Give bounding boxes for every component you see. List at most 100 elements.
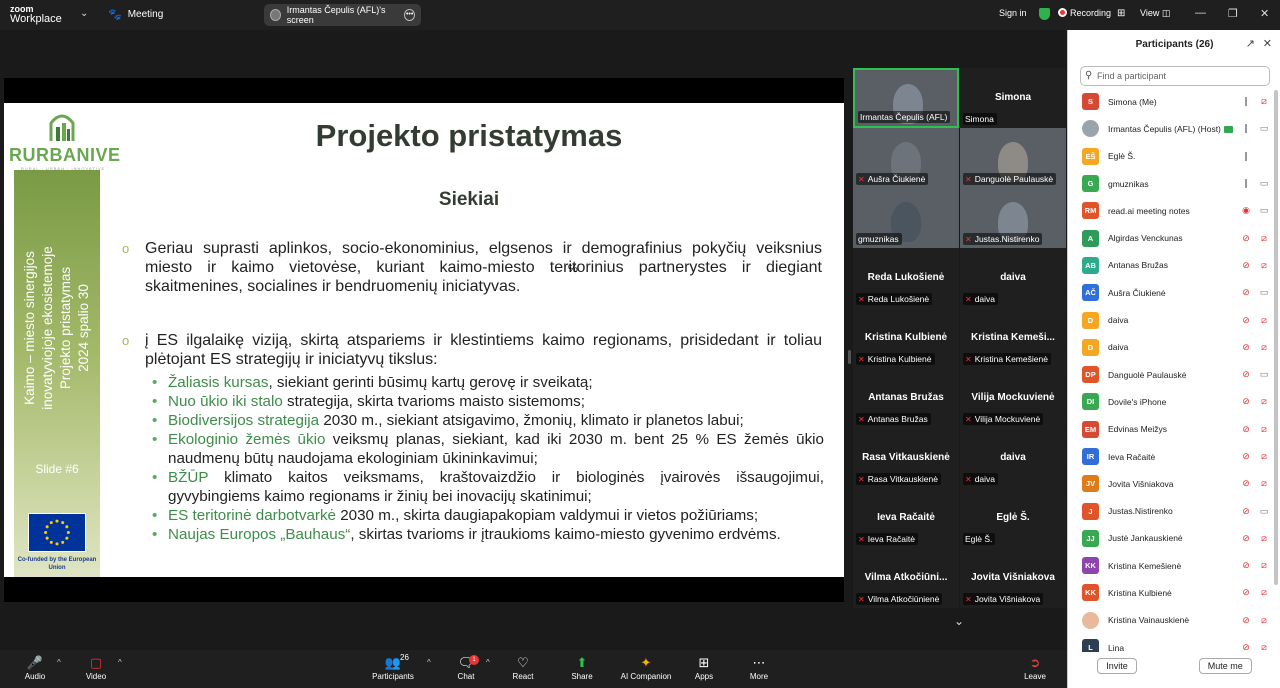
more-button[interactable]: ⋯ More [729, 654, 789, 681]
restore-icon[interactable]: ❐ [1228, 7, 1238, 20]
participant-row[interactable]: J Justas.Nistirenko ⊘ ▭ [1068, 497, 1273, 524]
participant-row[interactable]: Kristina Vainauskienė ⊘ ⧄ [1068, 607, 1273, 634]
close-window-icon[interactable]: ✕ [1260, 7, 1269, 20]
ai-companion-button[interactable]: ✦ AI Companion [616, 654, 676, 681]
leave-button[interactable]: ➲ Leave [1005, 654, 1065, 681]
camera-off-icon[interactable]: ⧄ [1255, 560, 1273, 571]
brand-chevron-down-icon[interactable]: ⌄ [80, 8, 88, 19]
mic-muted-icon[interactable]: ⊘ [1237, 587, 1255, 598]
video-tile[interactable]: ✕ Justas.Nistirenko [960, 188, 1066, 248]
mic-muted-icon[interactable]: ⊘ [1237, 615, 1255, 626]
gallery-scroll-down-icon[interactable]: ⌄ [954, 614, 964, 628]
view-menu[interactable]: View ◫ [1140, 8, 1170, 19]
chat-options-caret-icon[interactable]: ^ [486, 658, 490, 667]
video-tile[interactable]: Rasa Vitkauskienė ✕ Rasa Vitkauskienė [853, 428, 959, 488]
mic-muted-icon[interactable]: ⊘ [1237, 287, 1255, 298]
camera-off-icon[interactable]: ⧄ [1255, 642, 1273, 652]
camera-off-icon[interactable]: ⧄ [1255, 587, 1273, 598]
participant-row[interactable]: JJ Justė Jankauskienė ⊘ ⧄ [1068, 525, 1273, 552]
mic-muted-icon[interactable]: ⊘ [1237, 369, 1255, 380]
participant-row[interactable]: IR Ieva Račaitė ⊘ ⧄ [1068, 443, 1273, 470]
participant-row[interactable]: KK Kristina Kemešienė ⊘ ⧄ [1068, 552, 1273, 579]
camera-off-icon[interactable]: ⧄ [1255, 396, 1273, 407]
share-button[interactable]: ⬆ Share [552, 654, 612, 681]
minimize-icon[interactable]: — [1195, 7, 1206, 19]
camera-off-icon[interactable]: ⧄ [1255, 451, 1273, 462]
panel-splitter-handle[interactable] [848, 350, 851, 364]
camera-off-icon[interactable]: ⧄ [1255, 424, 1273, 435]
video-tile[interactable]: daiva ✕ daiva [960, 428, 1066, 488]
mic-muted-icon[interactable]: ⊘ [1237, 642, 1255, 652]
camera-off-icon[interactable]: ⧄ [1255, 533, 1273, 544]
participant-row[interactable]: AČ Aušra Čiukienė ⊘ ▭ [1068, 279, 1273, 306]
mic-muted-icon[interactable]: ⊘ [1237, 478, 1255, 489]
close-panel-icon[interactable]: ✕ [1263, 37, 1272, 50]
mic-muted-icon[interactable]: ⊘ [1237, 451, 1255, 462]
screen-share-indicator[interactable]: Irmantas Čepulis (AFL)'s screen ••• [264, 4, 421, 26]
popout-icon[interactable]: ↗ [1246, 37, 1255, 50]
video-tile[interactable]: Antanas Bružas ✕ Antanas Bružas [853, 368, 959, 428]
participant-row[interactable]: A Algirdas Venckunas ⊘ ⧄ [1068, 224, 1273, 251]
video-tile[interactable]: ✕ Aušra Čiukienė [853, 128, 959, 188]
chat-button[interactable]: 🗨 1 Chat ^ [436, 654, 496, 681]
video-tile[interactable]: Simona Simona [960, 68, 1066, 128]
audio-button[interactable]: 🎤 Audio ^ [5, 654, 65, 681]
participant-row[interactable]: EM Edvinas Meižys ⊘ ⧄ [1068, 416, 1273, 443]
grid-icon[interactable]: ⊞ [1117, 8, 1125, 19]
participant-row[interactable]: EŠ Eglė Š. ❙ [1068, 143, 1273, 170]
camera-icon[interactable]: ▭ [1255, 178, 1273, 189]
video-tile[interactable]: Vilija Mockuvienė ✕ Vilija Mockuvienė [960, 368, 1066, 428]
video-options-caret-icon[interactable]: ^ [118, 658, 122, 667]
camera-icon[interactable]: ▭ [1255, 506, 1273, 517]
camera-icon[interactable]: ▭ [1255, 123, 1273, 134]
microphone-icon[interactable]: ❙ [1237, 151, 1255, 162]
video-tile[interactable]: Eglė Š. Eglė Š. [960, 488, 1066, 548]
participant-search-input[interactable]: ⚲ Find a participant [1080, 66, 1270, 86]
mic-muted-icon[interactable]: ⊘ [1237, 506, 1255, 517]
mic-muted-icon[interactable]: ⊘ [1237, 342, 1255, 353]
security-shield-icon[interactable] [1039, 8, 1050, 20]
camera-off-icon[interactable]: ⧄ [1255, 96, 1273, 107]
participants-button[interactable]: 👥 26 Participants ^ [363, 653, 431, 681]
microphone-icon[interactable]: ❙ [1237, 96, 1255, 107]
participant-row[interactable]: DI Dovile's iPhone ⊘ ⧄ [1068, 388, 1273, 415]
camera-off-icon[interactable]: ⧄ [1255, 315, 1273, 326]
camera-icon[interactable]: ▭ [1255, 287, 1273, 298]
participant-row[interactable]: JV Jovita Višniakova ⊘ ⧄ [1068, 470, 1273, 497]
video-tile[interactable]: Jovita Višniakova ✕ Jovita Višniakova [960, 548, 1066, 608]
sign-in-link[interactable]: Sign in [999, 8, 1027, 18]
mic-muted-icon[interactable]: ⊘ [1237, 533, 1255, 544]
participant-row[interactable]: Ggmuznikas ❙ ▭ [1068, 170, 1273, 197]
recording-icon[interactable]: ◉ [1237, 205, 1255, 216]
video-button[interactable]: ▢ Video ^ [66, 654, 126, 681]
apps-button[interactable]: ⊞ Apps [674, 654, 734, 681]
video-tile[interactable]: Kristina Kulbienė ✕ Kristina Kulbienė [853, 308, 959, 368]
participant-row[interactable]: RM read.ai meeting notes ◉ ▭ [1068, 197, 1273, 224]
participant-row[interactable]: Ddaiva ⊘ ⧄ [1068, 334, 1273, 361]
camera-icon[interactable]: ▭ [1255, 369, 1273, 380]
camera-off-icon[interactable]: ⧄ [1255, 478, 1273, 489]
mute-me-button[interactable]: Mute me [1198, 658, 1252, 674]
more-options-icon[interactable]: ••• [404, 9, 415, 21]
mic-muted-icon[interactable]: ⊘ [1237, 560, 1255, 571]
video-tile[interactable]: Irmantas Čepulis (AFL) [853, 68, 959, 128]
invite-button[interactable]: Invite [1097, 658, 1137, 674]
mic-muted-icon[interactable]: ⊘ [1237, 260, 1255, 271]
video-tile[interactable]: daiva ✕ daiva [960, 248, 1066, 308]
react-button[interactable]: ♡ React [493, 654, 553, 681]
video-tile[interactable]: Reda Lukošienė ✕ Reda Lukošienė [853, 248, 959, 308]
camera-icon[interactable]: ▭ [1255, 205, 1273, 216]
participant-row[interactable]: AB Antanas Bružas ⊘ ⧄ [1068, 252, 1273, 279]
microphone-icon[interactable]: ❙ [1237, 178, 1255, 189]
video-tile[interactable]: Ieva Račaitė ✕ Ieva Račaitė [853, 488, 959, 548]
camera-off-icon[interactable]: ⧄ [1255, 233, 1273, 244]
video-tile[interactable]: Kristina Kemeši... ✕ Kristina Kemešienė [960, 308, 1066, 368]
mic-muted-icon[interactable]: ⊘ [1237, 315, 1255, 326]
participant-row[interactable]: L Lina ⊘ ⧄ [1068, 634, 1273, 652]
video-tile[interactable]: gmuznikas [853, 188, 959, 248]
participant-row[interactable]: S Simona (Me) ❙ ⧄ [1068, 88, 1273, 115]
camera-off-icon[interactable]: ⧄ [1255, 615, 1273, 626]
recording-label[interactable]: Recording [1070, 8, 1111, 18]
microphone-icon[interactable]: ❙ [1237, 123, 1255, 134]
camera-off-icon[interactable]: ⧄ [1255, 260, 1273, 271]
